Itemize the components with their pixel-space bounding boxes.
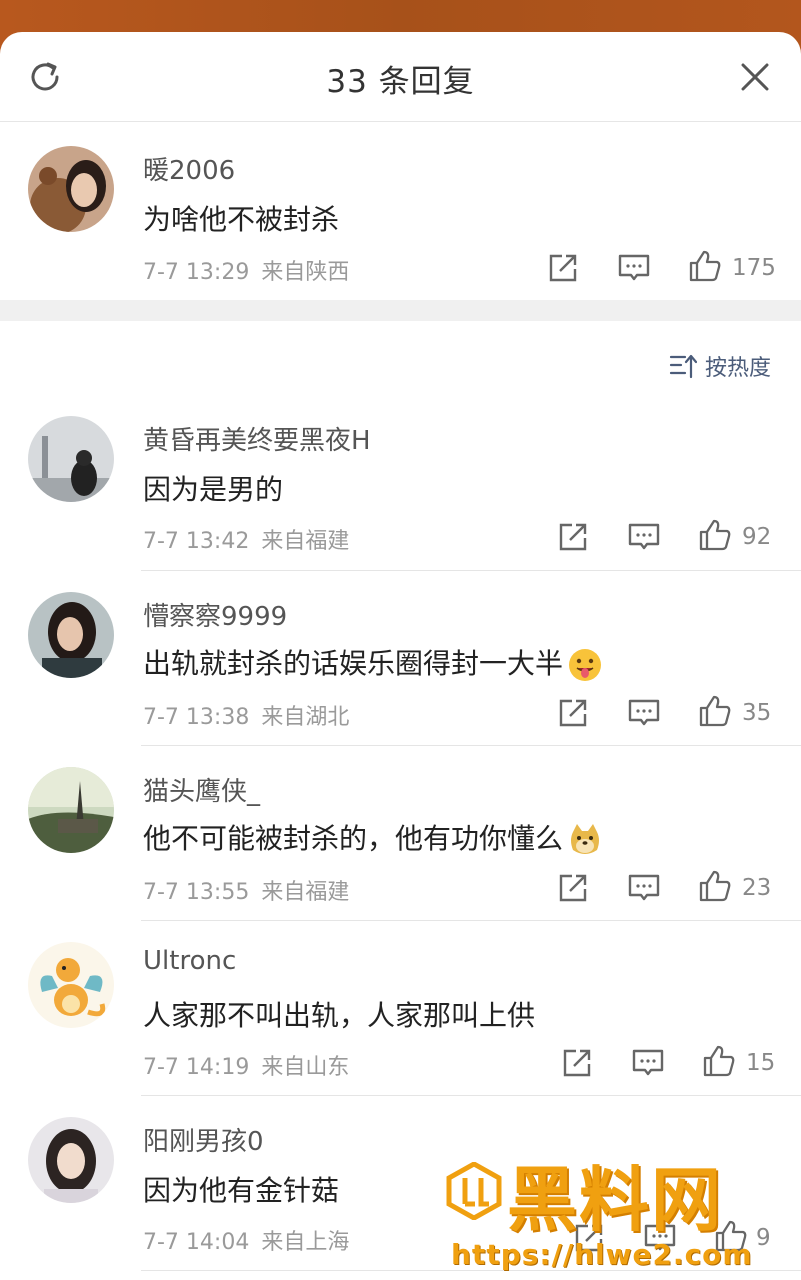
comment-time: 7-7 13:55 (143, 880, 250, 905)
avatar[interactable] (28, 767, 114, 853)
comment-time: 7-7 13:29 (143, 260, 250, 285)
like-icon[interactable] (698, 694, 732, 728)
comment-author[interactable]: Ultronc (143, 946, 236, 976)
close-icon[interactable] (738, 60, 772, 94)
avatar[interactable] (28, 942, 114, 1028)
watermark-logo-icon (446, 1162, 502, 1220)
like-count: 23 (742, 875, 772, 901)
watermark: 黑料网 https://hlwe2.com (445, 1144, 775, 1272)
comment-meta: 7-7 13:38 来自湖北 (143, 699, 349, 731)
like-count: 92 (742, 524, 772, 550)
comment-time: 7-7 13:42 (143, 529, 250, 554)
like-icon[interactable] (698, 869, 732, 903)
comment-text: 因为他有金针菇 (143, 1174, 340, 1207)
sort-toggle[interactable]: 按热度 (669, 350, 771, 382)
comment-meta: 7-7 13:55 来自福建 (143, 874, 349, 906)
comment-meta: 7-7 14:19 来自山东 (143, 1049, 349, 1081)
comment-icon[interactable] (627, 696, 661, 730)
page-title: 33 条回复 (326, 64, 475, 100)
comment-location: 来自湖北 (261, 705, 350, 730)
avatar[interactable] (28, 416, 114, 502)
divider (141, 1095, 801, 1096)
comment-text-content: 他不可能被封杀的，他有功你懂么 (143, 822, 564, 855)
share-icon[interactable] (556, 696, 590, 730)
section-divider (0, 300, 801, 321)
comment-text: 因为是男的 (143, 473, 284, 506)
tongue-out-emoji-icon (567, 647, 603, 683)
avatar[interactable] (28, 146, 114, 232)
like-count: 35 (742, 700, 772, 726)
divider (141, 745, 801, 746)
comment-text-content: 出轨就封杀的话娱乐圈得封一大半 (143, 647, 564, 680)
comment-time: 7-7 13:38 (143, 705, 250, 730)
comment-author[interactable]: 黄昏再美终要黑夜H (143, 420, 371, 457)
comment-text: 人家那不叫出轨，人家那叫上供 (143, 999, 536, 1032)
share-icon[interactable] (560, 1046, 594, 1080)
comment-time: 7-7 14:04 (143, 1230, 250, 1255)
comment-text: 为啥他不被封杀 (143, 203, 340, 236)
divider (141, 920, 801, 921)
comment-author[interactable]: 懵察察9999 (143, 596, 287, 633)
replies-sheet: 33 条回复 暖2006 为啥他不被封杀 7-7 13:29 来自陕西 175 (0, 32, 801, 1280)
sort-icon (669, 354, 697, 379)
avatar[interactable] (28, 592, 114, 678)
share-icon[interactable] (556, 520, 590, 554)
sort-label: 按热度 (704, 356, 771, 381)
comment-author[interactable]: 暖2006 (143, 150, 235, 187)
comment-meta: 7-7 14:04 来自上海 (143, 1224, 349, 1256)
comment-icon[interactable] (627, 520, 661, 554)
comment-location: 来自陕西 (261, 260, 350, 285)
comment-location: 来自山东 (261, 1055, 350, 1080)
sheet-header: 33 条回复 (0, 32, 801, 122)
like-icon[interactable] (688, 249, 722, 283)
like-icon[interactable] (698, 518, 732, 552)
comment-icon[interactable] (617, 251, 651, 285)
share-icon[interactable] (556, 871, 590, 905)
share-icon[interactable] (546, 251, 580, 285)
like-count: 175 (732, 255, 776, 281)
comment-meta: 7-7 13:42 来自福建 (143, 523, 349, 555)
comment-location: 来自福建 (261, 529, 350, 554)
doge-emoji-icon (567, 822, 603, 858)
comment-icon[interactable] (631, 1046, 665, 1080)
comment-author[interactable]: 猫头鹰侠_ (143, 771, 260, 808)
comment-icon[interactable] (627, 871, 661, 905)
comment-text: 出轨就封杀的话娱乐圈得封一大半 (143, 642, 603, 683)
watermark-title: 黑料网 (507, 1159, 723, 1241)
comment-author[interactable]: 阳刚男孩0 (143, 1121, 264, 1158)
comment-location: 来自上海 (261, 1230, 350, 1255)
avatar[interactable] (28, 1117, 114, 1203)
comment-location: 来自福建 (261, 880, 350, 905)
like-icon[interactable] (702, 1044, 736, 1078)
comment-time: 7-7 14:19 (143, 1055, 250, 1080)
divider (141, 570, 801, 571)
comment-text: 他不可能被封杀的，他有功你懂么 (143, 817, 603, 858)
comment-meta: 7-7 13:29 来自陕西 (143, 254, 349, 286)
watermark-url: https://hlwe2.com (451, 1238, 753, 1271)
like-count: 15 (746, 1050, 776, 1076)
